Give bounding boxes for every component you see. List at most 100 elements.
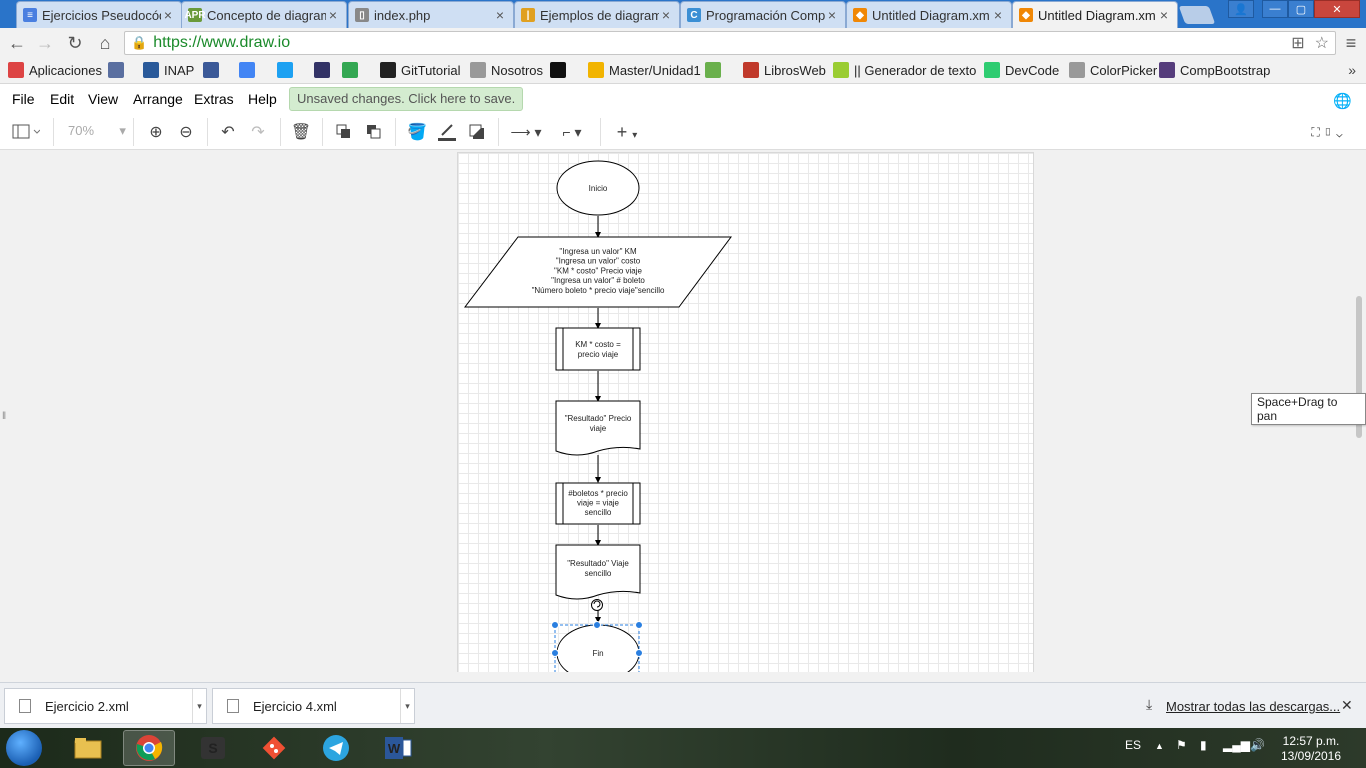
menu-help[interactable]: Help (248, 91, 277, 107)
tab-close-icon[interactable]: × (991, 7, 1005, 23)
undo-button[interactable]: ↶ (217, 121, 239, 143)
browser-tab[interactable]: ≡ Ejercicios Pseudocód × (16, 1, 182, 28)
bookmark-item[interactable]: GitTutorial (380, 62, 460, 78)
taskbar-git[interactable] (248, 730, 300, 766)
bookmark-item[interactable] (342, 62, 363, 78)
action-center-flag-icon[interactable]: ⚑ (1176, 738, 1187, 752)
bookmark-item[interactable] (314, 62, 335, 78)
resize-handle[interactable] (593, 621, 601, 629)
taskbar-telegram[interactable] (310, 730, 362, 766)
bookmark-item[interactable] (108, 62, 129, 78)
zoom-dropdown[interactable]: 70% ▾ (68, 123, 126, 139)
connection-style-dropdown[interactable]: ⟶ ▾ (508, 121, 544, 143)
tab-close-icon[interactable]: × (659, 7, 673, 23)
sidebar-splitter-handle[interactable]: ‖ (2, 411, 6, 422)
close-downloads-icon[interactable]: ✕ (1341, 697, 1353, 714)
zoom-in-button[interactable]: ⊕ (145, 121, 167, 143)
menu-file[interactable]: File (12, 91, 35, 107)
output-document-1[interactable]: "Resultado" Precio viaje (555, 400, 641, 456)
language-globe-icon[interactable]: 🌐 (1333, 92, 1352, 110)
to-front-button[interactable] (333, 121, 355, 143)
bookmark-item[interactable] (277, 62, 298, 78)
language-indicator[interactable]: ES (1125, 738, 1141, 752)
bookmark-item[interactable]: DevCode (984, 62, 1059, 78)
zoom-out-button[interactable]: ⊖ (175, 121, 197, 143)
output-document-2[interactable]: "Resultado" Viaje sencillo (555, 544, 641, 600)
resize-handle[interactable] (551, 621, 559, 629)
process-1[interactable]: KM * costo = precio viaje (555, 327, 641, 371)
download-item[interactable]: Ejercicio 2.xml ▾ (4, 688, 207, 724)
unsaved-changes-notice[interactable]: Unsaved changes. Click here to save. (289, 87, 524, 111)
bookmark-star-icon[interactable]: ☆ (1315, 33, 1329, 53)
show-all-downloads-link[interactable]: Mostrar todas las descargas... (1166, 699, 1340, 714)
menu-edit[interactable]: Edit (50, 91, 74, 107)
bookmark-item[interactable]: CompBootstrap (1159, 62, 1270, 78)
menu-arrange[interactable]: Arrange (133, 91, 183, 107)
panel-toggle-button[interactable] (8, 121, 44, 143)
browser-tab[interactable]: C Programación Comp × (680, 1, 846, 28)
browser-tab[interactable]: ◆ Untitled Diagram.xm × (1012, 1, 1178, 28)
end-node[interactable]: Fin (551, 621, 643, 673)
bookmark-item[interactable]: INAP (143, 62, 194, 78)
tab-close-icon[interactable]: × (493, 7, 507, 23)
bookmark-item[interactable] (550, 62, 571, 78)
tab-close-icon[interactable]: × (1157, 7, 1171, 23)
resize-handle[interactable] (551, 649, 559, 657)
fill-color-button[interactable]: 🪣 (406, 121, 428, 143)
browser-tab[interactable]: ▯ index.php × (348, 1, 514, 28)
chrome-menu-button[interactable]: ≡ (1340, 32, 1362, 54)
bookmark-item[interactable]: Nosotros (470, 62, 543, 78)
bookmark-item[interactable]: Master/Unidad1 (588, 62, 701, 78)
input-parallelogram[interactable]: "Ingresa un valor" KM "Ingresa un valor" … (463, 236, 732, 308)
bookmark-item[interactable] (239, 62, 260, 78)
download-item[interactable]: Ejercicio 4.xml ▾ (212, 688, 415, 724)
shadow-button[interactable] (466, 121, 488, 143)
line-color-button[interactable] (436, 121, 458, 143)
forward-button[interactable]: → (34, 32, 56, 54)
more-bookmarks-icon[interactable]: » (1348, 62, 1356, 78)
flowchart[interactable]: Inicio "Ingresa un valor" KM "Ingresa un … (458, 153, 1035, 672)
back-button[interactable]: ← (6, 32, 28, 54)
delete-button[interactable]: 🗑 (290, 121, 312, 143)
diagram-page[interactable]: Inicio "Ingresa un valor" KM "Ingresa un … (457, 152, 1034, 672)
download-options-icon[interactable]: ▾ (400, 689, 414, 723)
tab-close-icon[interactable]: × (161, 7, 175, 23)
download-options-icon[interactable]: ▾ (192, 689, 206, 723)
user-profile-button[interactable]: 👤 (1228, 0, 1254, 18)
close-window-button[interactable]: ✕ (1314, 0, 1360, 18)
minimize-button[interactable]: — (1262, 0, 1288, 18)
taskbar-explorer[interactable] (62, 730, 114, 766)
browser-tab[interactable]: APR Concepto de diagram × (181, 1, 347, 28)
taskbar-sublime[interactable]: S (187, 730, 239, 766)
system-clock[interactable]: 12:57 p.m. 13/09/2016 (1276, 734, 1346, 764)
battery-icon[interactable]: ▮ (1200, 738, 1207, 752)
bookmark-item[interactable]: || Generador de texto (833, 62, 976, 78)
menu-view[interactable]: View (88, 91, 118, 107)
bookmark-item[interactable] (203, 62, 224, 78)
omnibox[interactable]: 🔒 https://www.draw.io ⊞ ☆ (124, 31, 1336, 55)
taskbar-word[interactable]: W (372, 730, 424, 766)
translate-page-icon[interactable]: ⊞ (1291, 33, 1304, 53)
diagram-canvas[interactable]: ‖ Inicio "Ingresa un valor" KM "Ingresa … (0, 151, 1366, 672)
tab-close-icon[interactable]: × (326, 7, 340, 23)
reload-button[interactable]: ↻ (64, 32, 86, 54)
resize-handle[interactable] (635, 649, 643, 657)
bookmark-item[interactable]: ColorPicker (1069, 62, 1157, 78)
network-signal-icon[interactable]: ▂▄▆ (1223, 738, 1250, 752)
start-node[interactable]: Inicio (556, 160, 640, 216)
home-button[interactable]: ⌂ (94, 32, 116, 54)
bookmark-item[interactable] (705, 62, 726, 78)
fullscreen-collapse-controls[interactable]: ⛶ ▯ ⌄ (1302, 121, 1352, 143)
volume-icon[interactable]: 🔊 (1250, 738, 1265, 752)
bookmark-item[interactable]: LibrosWeb (743, 62, 826, 78)
insert-dropdown[interactable]: + ▾ (610, 121, 644, 143)
maximize-button[interactable]: ▢ (1288, 0, 1314, 18)
process-2[interactable]: #boletos * precio viaje = viaje sencillo (555, 482, 641, 525)
browser-tab[interactable]: | Ejemplos de diagram × (514, 1, 680, 28)
tab-close-icon[interactable]: × (825, 7, 839, 23)
waypoints-dropdown[interactable]: ⌐ ▾ (552, 121, 592, 143)
show-hidden-icons[interactable]: ▲ (1155, 741, 1164, 751)
to-back-button[interactable] (363, 121, 385, 143)
bookmark-item[interactable]: Aplicaciones (8, 62, 102, 78)
resize-handle[interactable] (635, 621, 643, 629)
